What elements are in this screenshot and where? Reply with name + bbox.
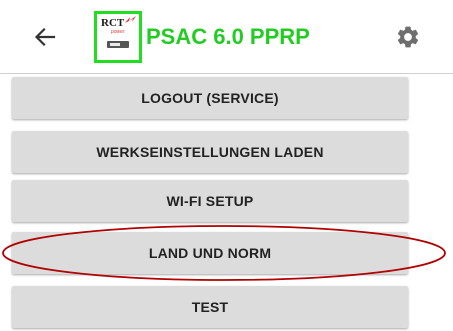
logout-service-button[interactable]: LOGOUT (SERVICE)	[12, 77, 408, 119]
test-button[interactable]: TEST	[12, 286, 408, 328]
factory-reset-button[interactable]: WERKSEINSTELLUNGEN LADEN	[12, 131, 408, 173]
app-bar: RCT power PSAC 6.0 PPRP	[0, 0, 453, 73]
logo-sub-text: power	[111, 29, 125, 35]
header-divider	[0, 73, 453, 74]
device-logo: RCT power	[94, 11, 142, 63]
country-standard-button[interactable]: LAND UND NORM	[12, 232, 408, 274]
settings-button[interactable]	[395, 24, 421, 50]
logo-brand-text: RCT	[101, 17, 125, 29]
wifi-setup-button[interactable]: WI-FI SETUP	[12, 180, 408, 222]
flame-icon	[125, 16, 136, 23]
device-title: PSAC 6.0 PPRP	[146, 24, 310, 49]
inverter-device-image	[107, 41, 129, 48]
gear-icon	[397, 26, 419, 48]
back-button[interactable]	[30, 22, 60, 52]
arrow-left-icon	[34, 27, 56, 47]
